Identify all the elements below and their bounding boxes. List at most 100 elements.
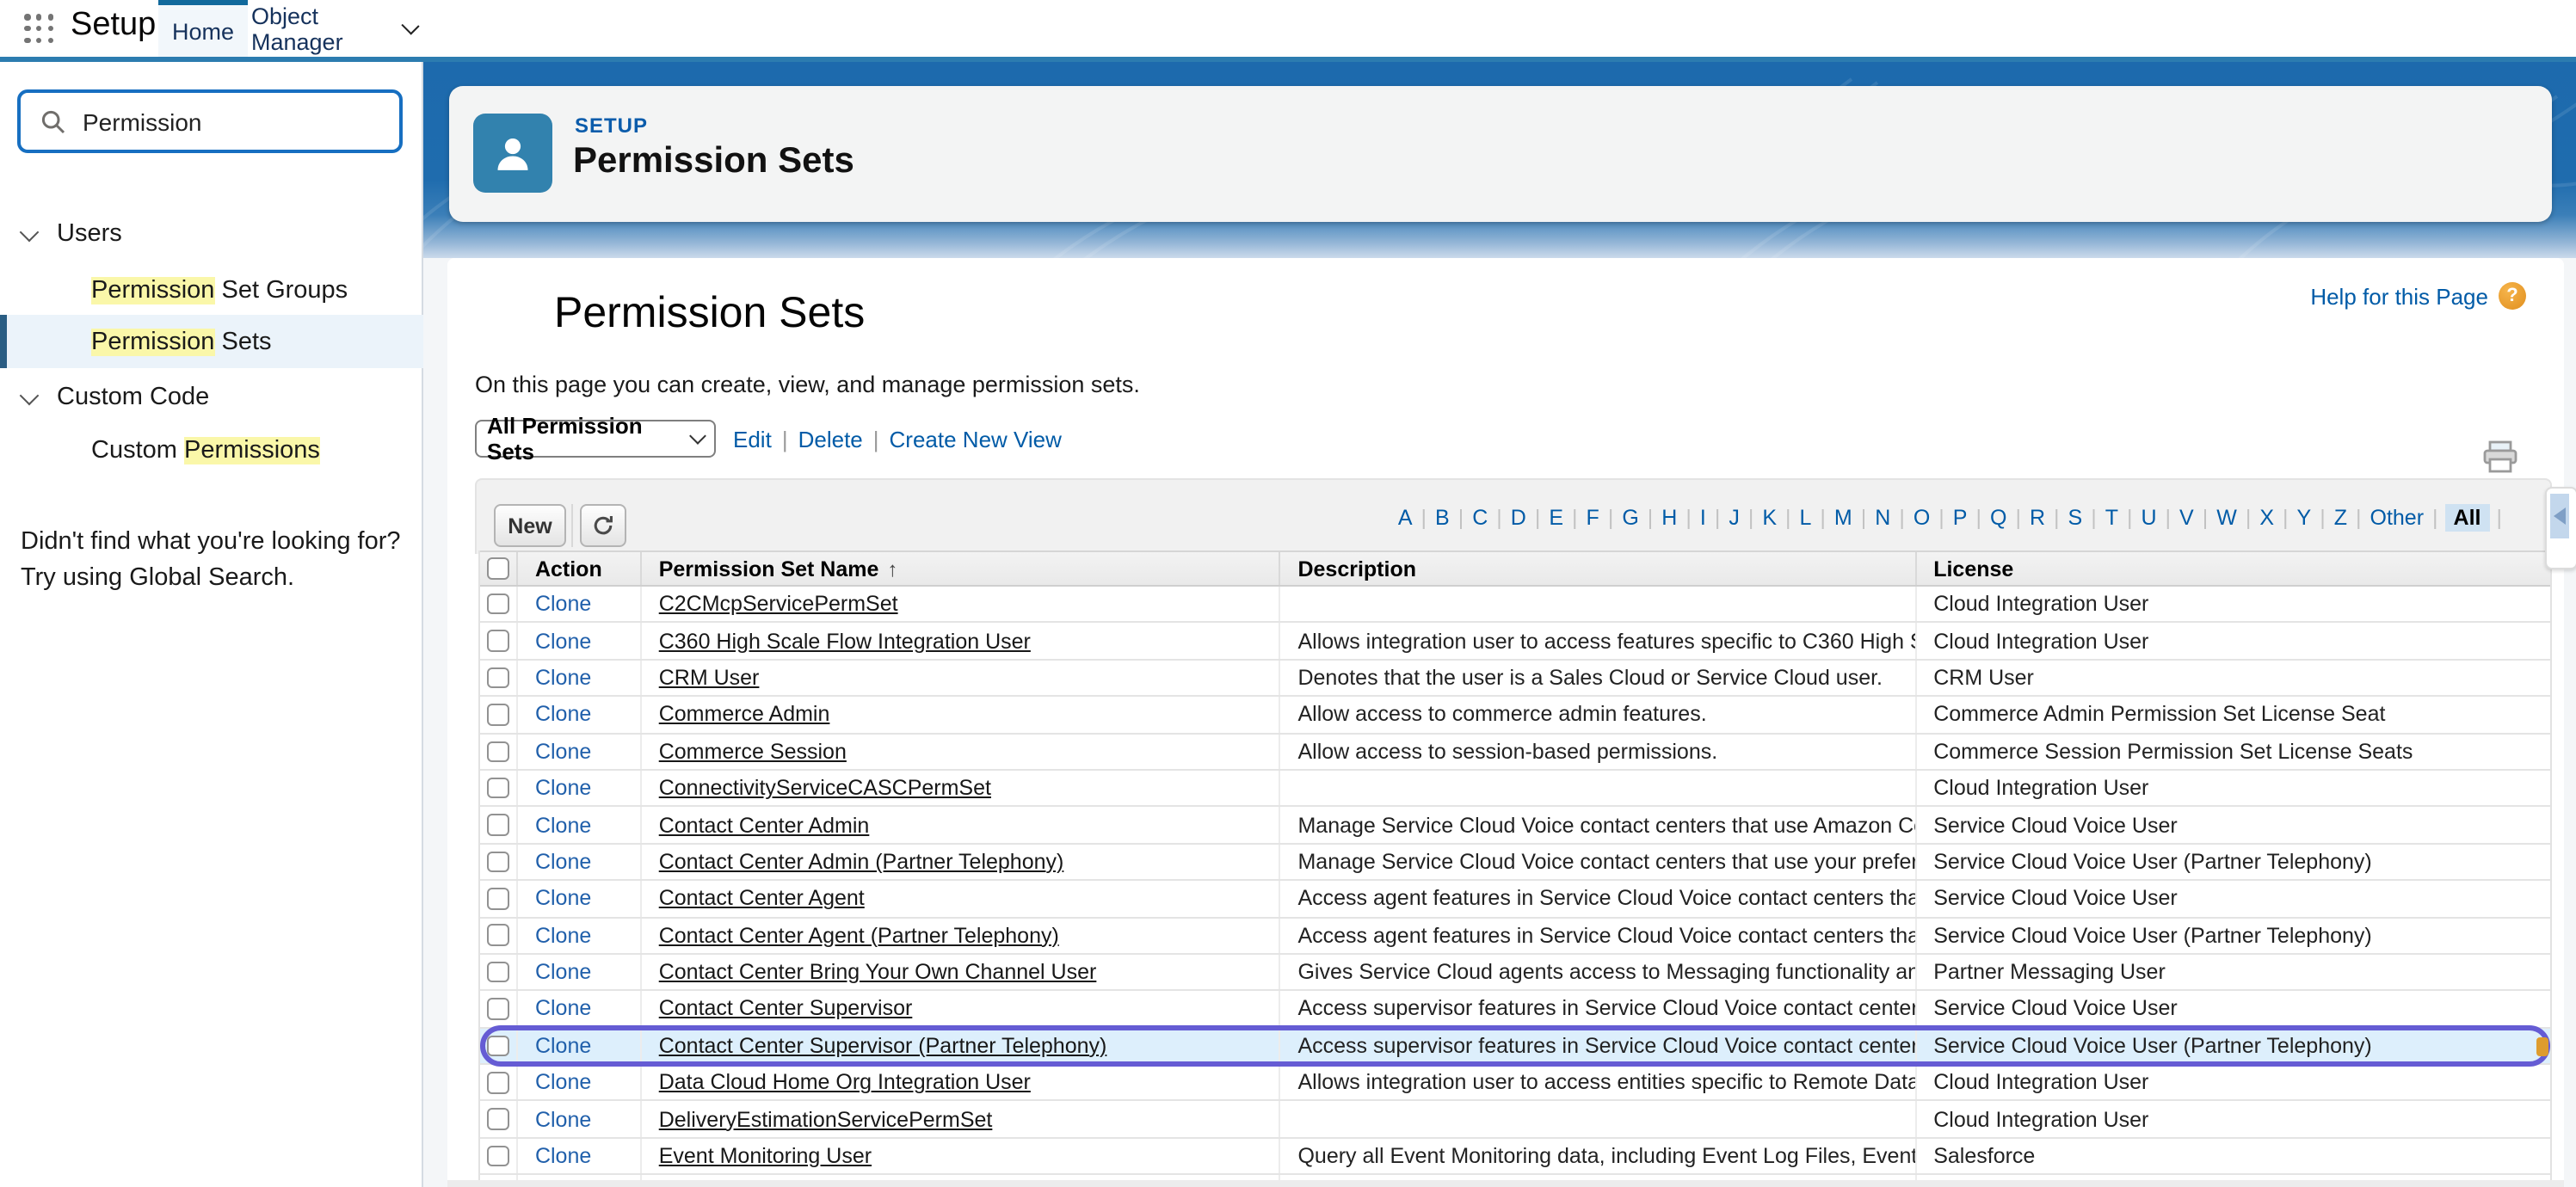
- permission-set-name-link[interactable]: C2CMcpServicePermSet: [659, 592, 898, 616]
- alphabet-letter[interactable]: S: [2067, 506, 2085, 530]
- permission-set-name-link[interactable]: Data Cloud Home Org Integration User: [659, 1071, 1031, 1095]
- permission-set-name-link[interactable]: Contact Center Admin (Partner Telephony): [659, 850, 1064, 874]
- row-checkbox[interactable]: [487, 815, 508, 836]
- alphabet-letter[interactable]: O: [1912, 506, 1932, 530]
- row-checkbox[interactable]: [487, 998, 508, 1019]
- view-select[interactable]: All Permission Sets: [475, 420, 716, 458]
- permission-set-name-link[interactable]: Contact Center Agent (Partner Telephony): [659, 923, 1059, 947]
- alphabet-letter[interactable]: Q: [1988, 506, 2008, 530]
- column-header-action[interactable]: Action: [518, 552, 642, 585]
- clone-link[interactable]: Clone: [535, 813, 591, 837]
- help-for-this-page-link[interactable]: Help for this Page ?: [2310, 282, 2526, 310]
- permission-set-name-link[interactable]: ConnectivityServiceCASCPermSet: [659, 776, 991, 800]
- alphabet-letter[interactable]: C: [1470, 506, 1489, 530]
- clone-link[interactable]: Clone: [535, 997, 591, 1021]
- refresh-button[interactable]: [580, 504, 626, 547]
- permission-set-name-link[interactable]: Contact Center Bring Your Own Channel Us…: [659, 960, 1097, 984]
- row-checkbox[interactable]: [487, 1109, 508, 1130]
- row-checkbox[interactable]: [487, 1035, 508, 1056]
- app-launcher-icon[interactable]: [24, 14, 55, 45]
- edit-view-link[interactable]: Edit: [733, 426, 772, 452]
- clone-link[interactable]: Clone: [535, 629, 591, 653]
- row-checkbox[interactable]: [487, 667, 508, 688]
- alphabet-letter[interactable]: R: [2028, 506, 2047, 530]
- select-all-checkbox[interactable]: [487, 558, 508, 580]
- alphabet-letter[interactable]: K: [1760, 506, 1778, 530]
- scroll-handle[interactable]: [2545, 487, 2576, 569]
- alphabet-letter[interactable]: U: [2139, 506, 2158, 530]
- clone-link[interactable]: Clone: [535, 887, 591, 911]
- clone-link[interactable]: Clone: [535, 666, 591, 690]
- row-checkbox[interactable]: [487, 594, 508, 615]
- clone-link[interactable]: Clone: [535, 850, 591, 874]
- tab-object-manager[interactable]: Object Manager: [251, 0, 416, 57]
- clone-link[interactable]: Clone: [535, 960, 591, 984]
- column-header-description[interactable]: Description: [1280, 552, 1916, 585]
- clone-link[interactable]: Clone: [535, 1107, 591, 1131]
- row-checkbox[interactable]: [487, 1072, 508, 1093]
- alphabet-letter[interactable]: Y: [2296, 506, 2314, 530]
- alphabet-letter[interactable]: I: [1698, 506, 1708, 530]
- permission-set-name-link[interactable]: DeliveryEstimationServicePermSet: [659, 1107, 993, 1131]
- tab-home[interactable]: Home: [158, 0, 248, 57]
- delete-view-link[interactable]: Delete: [798, 426, 863, 452]
- permission-set-name-link[interactable]: Commerce Admin: [659, 703, 830, 727]
- alphabet-letter[interactable]: Z: [2333, 506, 2349, 530]
- row-checkbox[interactable]: [487, 1146, 508, 1167]
- clone-link[interactable]: Clone: [535, 703, 591, 727]
- sidebar-item-permission-sets[interactable]: Permission Sets: [0, 315, 423, 368]
- alphabet-letter[interactable]: A: [1396, 506, 1414, 530]
- alphabet-letter[interactable]: J: [1727, 506, 1741, 530]
- permission-set-name-link[interactable]: Contact Center Agent: [659, 887, 865, 911]
- alphabet-letter[interactable]: F: [1585, 506, 1601, 530]
- sidebar-item-custom-permissions[interactable]: Custom Permissions: [0, 432, 423, 470]
- alphabet-letter[interactable]: Other: [2369, 506, 2426, 530]
- clone-link[interactable]: Clone: [535, 776, 591, 800]
- alphabet-letter[interactable]: D: [1509, 506, 1528, 530]
- alphabet-letter[interactable]: M: [1833, 506, 1854, 530]
- column-header-permission-set-name[interactable]: Permission Set Name ↑: [642, 552, 1281, 585]
- clone-link[interactable]: Clone: [535, 740, 591, 764]
- sidebar-section-users[interactable]: Users: [0, 215, 423, 253]
- row-checkbox[interactable]: [487, 888, 508, 909]
- quick-find-input[interactable]: [79, 106, 379, 137]
- alphabet-letter[interactable]: V: [2178, 506, 2196, 530]
- row-checkbox[interactable]: [487, 630, 508, 652]
- clone-link[interactable]: Clone: [535, 1034, 591, 1058]
- row-checkbox[interactable]: [487, 962, 508, 983]
- row-checkbox[interactable]: [487, 851, 508, 872]
- alphabet-letter[interactable]: T: [2104, 506, 2120, 530]
- row-checkbox[interactable]: [487, 741, 508, 762]
- alphabet-letter[interactable]: E: [1547, 506, 1565, 530]
- permission-set-name-link[interactable]: Commerce Session: [659, 740, 847, 764]
- alphabet-letter[interactable]: W: [2215, 506, 2239, 530]
- permission-set-name-link[interactable]: Contact Center Admin: [659, 813, 870, 837]
- permission-set-name-link[interactable]: CRM User: [659, 666, 760, 690]
- sidebar-item-permission-set-groups[interactable]: Permission Set Groups: [0, 272, 423, 310]
- clone-link[interactable]: Clone: [535, 923, 591, 947]
- clone-link[interactable]: Clone: [535, 1144, 591, 1168]
- column-header-license[interactable]: License: [1916, 552, 2550, 585]
- alphabet-letter[interactable]: B: [1433, 506, 1451, 530]
- permission-set-name-link[interactable]: C360 High Scale Flow Integration User: [659, 629, 1031, 653]
- create-new-view-link[interactable]: Create New View: [890, 426, 1062, 452]
- quick-find-box[interactable]: [17, 89, 403, 153]
- alphabet-letter[interactable]: N: [1873, 506, 1892, 530]
- new-button[interactable]: New: [494, 504, 566, 547]
- row-checkbox[interactable]: [487, 925, 508, 946]
- alphabet-letter[interactable]: All: [2445, 504, 2490, 532]
- clone-link[interactable]: Clone: [535, 1071, 591, 1095]
- scroll-thumb[interactable]: [2550, 494, 2569, 538]
- permission-set-name-link[interactable]: Contact Center Supervisor: [659, 997, 913, 1021]
- clone-link[interactable]: Clone: [535, 592, 591, 616]
- alphabet-letter[interactable]: H: [1660, 506, 1679, 530]
- alphabet-letter[interactable]: G: [1620, 506, 1640, 530]
- permission-set-name-link[interactable]: Contact Center Supervisor (Partner Telep…: [659, 1034, 1107, 1058]
- alphabet-letter[interactable]: L: [1798, 506, 1814, 530]
- printer-icon[interactable]: [2481, 440, 2519, 475]
- alphabet-letter[interactable]: X: [2258, 506, 2276, 530]
- row-checkbox[interactable]: [487, 778, 508, 799]
- permission-set-name-link[interactable]: Event Monitoring User: [659, 1144, 872, 1168]
- alphabet-letter[interactable]: P: [1951, 506, 1969, 530]
- row-checkbox[interactable]: [487, 704, 508, 725]
